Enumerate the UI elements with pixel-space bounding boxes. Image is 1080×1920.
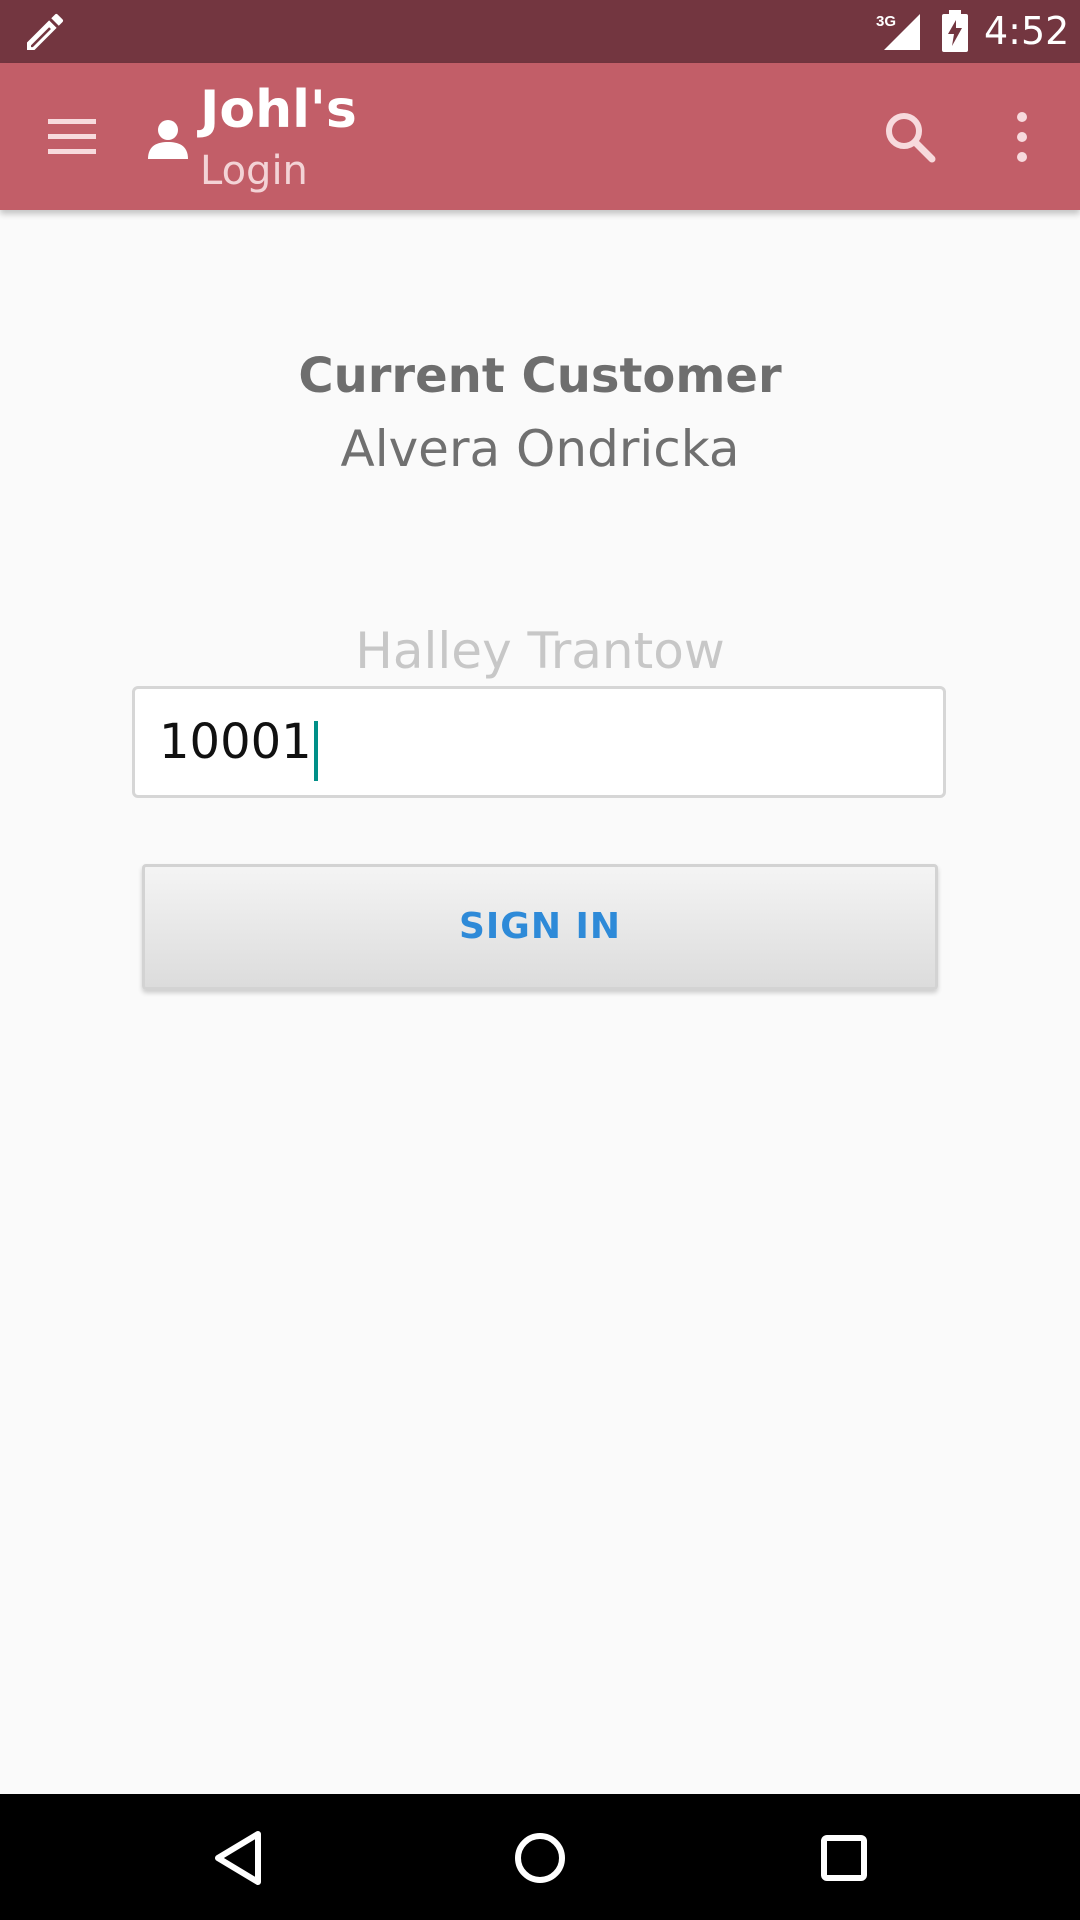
current-customer-name: Alvera Ondricka	[340, 420, 740, 478]
signal-icon: 3G	[876, 13, 920, 50]
current-customer-label: Current Customer	[298, 348, 782, 404]
menu-icon[interactable]	[44, 111, 100, 161]
search-icon[interactable]	[882, 109, 938, 165]
recents-icon[interactable]	[816, 1828, 872, 1888]
pencil-icon	[27, 13, 64, 51]
sign-in-label: SIGN IN	[458, 906, 622, 947]
battery-icon	[942, 10, 968, 52]
text-caret	[313, 720, 318, 781]
sign-in-button[interactable]: SIGN IN	[142, 864, 938, 990]
overflow-menu-icon[interactable]	[1004, 109, 1040, 165]
customer-hint-name: Halley Trantow	[355, 622, 725, 680]
home-icon[interactable]	[512, 1828, 568, 1888]
network-type-label: 3G	[876, 13, 896, 30]
navigation-bar	[0, 1794, 1080, 1920]
customer-id-input[interactable]: 10001	[132, 686, 946, 798]
status-bar: 3G 4:52	[0, 0, 1080, 63]
app-title: Johl's	[200, 80, 357, 140]
app-bar: Johl's Login	[0, 63, 1080, 210]
status-clock: 4:52	[984, 9, 1070, 53]
app-subtitle: Login	[200, 148, 308, 194]
customer-id-value: 10001	[159, 714, 312, 770]
back-icon[interactable]	[210, 1828, 266, 1888]
person-icon	[148, 120, 188, 159]
